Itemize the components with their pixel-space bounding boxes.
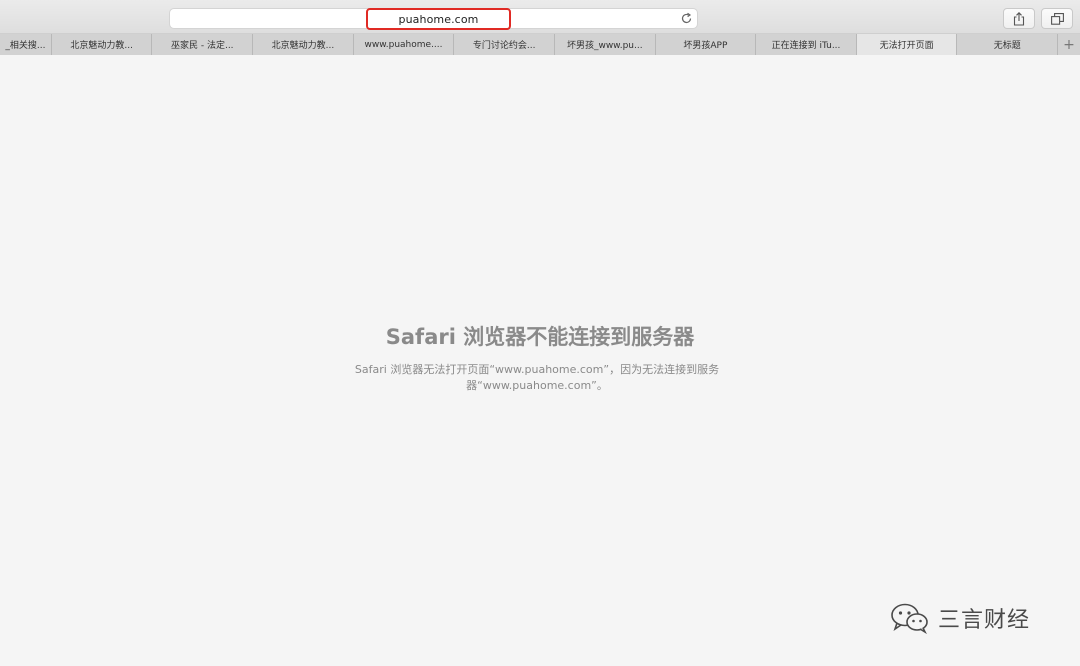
tab[interactable]: 无标题 xyxy=(957,34,1059,55)
tab[interactable]: 北京魅动力教... xyxy=(253,34,354,55)
tab-label: 坏男孩_www.pu... xyxy=(566,41,643,51)
tab[interactable]: 专门讨论约会... xyxy=(454,34,555,55)
error-title: Safari 浏览器不能连接到服务器 xyxy=(385,325,695,349)
tab[interactable]: 巫家民 - 法定... xyxy=(152,34,254,55)
tab-label: 坏男孩APP xyxy=(683,41,728,51)
tab[interactable]: 坏男孩APP xyxy=(655,34,757,55)
tab-bar: _相关搜... 北京魅动力教... 巫家民 - 法定... 北京魅动力教... … xyxy=(0,34,1080,55)
tab[interactable]: 北京魅动力教... xyxy=(51,34,153,55)
page-content: Safari 浏览器不能连接到服务器 Safari 浏览器无法打开页面“www.… xyxy=(0,55,1080,666)
share-icon xyxy=(1013,11,1025,26)
address-text-highlight[interactable]: puahome.com xyxy=(366,8,511,30)
wechat-icon xyxy=(891,603,928,634)
new-tab-button[interactable]: + xyxy=(1058,34,1080,55)
tab-overview-icon xyxy=(1050,12,1064,25)
tab-label: 北京魅动力教... xyxy=(70,41,133,51)
tab[interactable]: www.puahome.... xyxy=(353,34,455,55)
reload-icon[interactable] xyxy=(680,12,693,25)
plus-icon: + xyxy=(1063,36,1075,53)
tab-overview-button[interactable] xyxy=(1041,8,1073,29)
tab[interactable]: 坏男孩_www.pu... xyxy=(554,34,656,55)
watermark: 三言财经 xyxy=(890,598,1030,638)
tab-label: www.puahome.... xyxy=(364,39,443,50)
browser-toolbar: puahome.com xyxy=(0,0,1080,34)
watermark-text: 三言财经 xyxy=(938,608,1031,633)
tab-label: 无标题 xyxy=(993,41,1021,51)
tab-active[interactable]: 无法打开页面 xyxy=(856,34,958,55)
tab-label: 专门讨论约会... xyxy=(472,41,536,51)
tab[interactable]: 正在连接到 iTu... xyxy=(756,34,857,55)
tab-label: 巫家民 - 法定... xyxy=(170,41,234,51)
tab-label: _相关搜... xyxy=(5,41,46,51)
browser-window: puahome.com _相关搜... 北京魅动力教... 巫家民 - 法定..… xyxy=(0,0,1080,666)
tab-label: 北京魅动力教... xyxy=(271,41,335,51)
tab-label: 正在连接到 iTu... xyxy=(771,41,841,51)
tab[interactable]: _相关搜... xyxy=(0,34,52,55)
tab-label: 无法打开页面 xyxy=(879,41,934,51)
error-message: Safari 浏览器无法打开页面“www.puahome.com”，因为无法连接… xyxy=(354,363,720,392)
share-button[interactable] xyxy=(1003,8,1035,29)
